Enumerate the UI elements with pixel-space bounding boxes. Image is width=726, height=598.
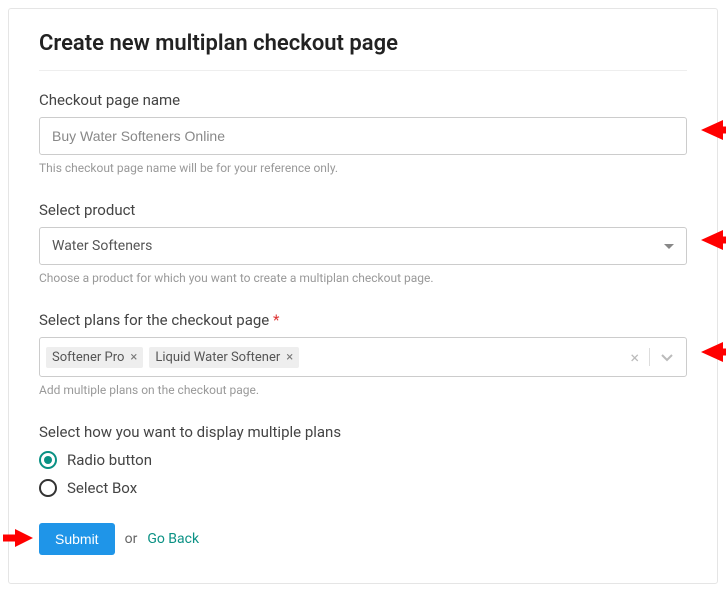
plans-multiselect[interactable]: Softener Pro × Liquid Water Softener × × (39, 337, 687, 377)
radio-option-select-box[interactable]: Select Box (39, 479, 687, 497)
go-back-link[interactable]: Go Back (147, 531, 199, 547)
name-input[interactable] (39, 117, 687, 155)
chevron-down-icon[interactable] (660, 350, 674, 364)
multiselect-controls: × (630, 348, 680, 367)
caret-down-icon (664, 244, 674, 249)
field-display: Select how you want to display multiple … (39, 423, 687, 497)
chip-remove-icon[interactable]: × (130, 350, 137, 365)
plan-chip: Liquid Water Softener × (149, 347, 299, 368)
display-label: Select how you want to display multiple … (39, 423, 687, 441)
radio-option-radio-button[interactable]: Radio button (39, 451, 687, 469)
annotation-arrow-icon (701, 117, 726, 143)
product-label: Select product (39, 201, 687, 219)
plans-help: Add multiple plans on the checkout page. (39, 383, 687, 397)
or-text: or (125, 531, 138, 547)
plan-chip: Softener Pro × (46, 347, 143, 368)
clear-all-icon[interactable]: × (630, 348, 639, 367)
annotation-arrow-icon (701, 227, 726, 253)
separator (649, 348, 650, 366)
name-help: This checkout page name will be for your… (39, 161, 687, 175)
field-name: Checkout page name This checkout page na… (39, 91, 687, 175)
submit-button[interactable]: Submit (39, 523, 115, 555)
page-title: Create new multiplan checkout page (39, 31, 687, 56)
annotation-arrow-icon (701, 339, 726, 365)
form-card: Create new multiplan checkout page Check… (8, 8, 718, 584)
form-actions: Submit or Go Back (39, 523, 687, 555)
field-product: Select product Water Softeners Choose a … (39, 201, 687, 285)
field-plans: Select plans for the checkout page * Sof… (39, 311, 687, 397)
product-help: Choose a product for which you want to c… (39, 271, 687, 285)
divider (39, 70, 687, 71)
chip-remove-icon[interactable]: × (286, 350, 293, 365)
product-select[interactable]: Water Softeners (39, 227, 687, 265)
required-mark: * (273, 311, 279, 329)
product-value: Water Softeners (52, 238, 152, 254)
radio-icon (39, 451, 57, 469)
plans-label: Select plans for the checkout page * (39, 311, 687, 329)
radio-icon (39, 479, 57, 497)
name-label: Checkout page name (39, 91, 687, 109)
annotation-arrow-icon (3, 527, 33, 549)
